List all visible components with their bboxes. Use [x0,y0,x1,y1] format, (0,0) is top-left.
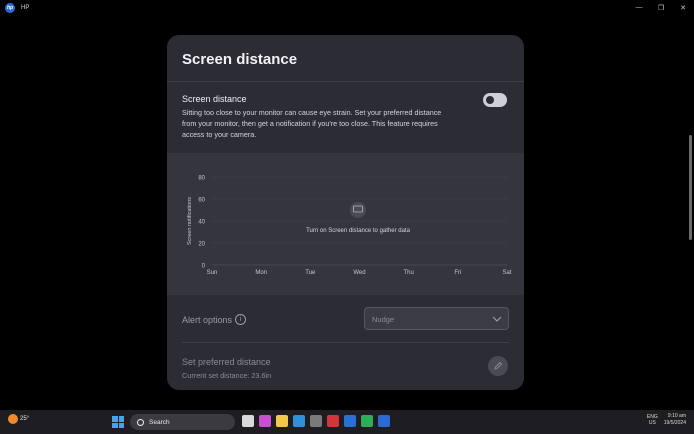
task-view-icon[interactable] [242,415,254,427]
screen-distance-toggle[interactable] [483,93,507,107]
window-controls: — ❐ ✕ [628,0,694,15]
file-explorer-icon[interactable] [276,415,288,427]
system-tray: ENG US 9:10 am 19/5/2024 [647,413,686,427]
taskbar: 25° Search ENG US 9:10 am 19/5/2024 [0,410,694,434]
current-distance-text: Current set distance: 23.6in [182,371,272,380]
chart-panel: 0 20 40 60 80 Sun Mon Tue Wed Thu Fri Sat Screen not… [167,153,524,295]
x-tick-label: Mon [255,270,267,276]
temperature: 25° [20,416,30,422]
edge-icon[interactable] [293,415,305,427]
store-icon[interactable] [310,415,322,427]
hp-logo-icon: hp [5,2,15,13]
search-placeholder: Search [149,418,170,426]
start-button[interactable] [112,416,124,428]
clock[interactable]: 9:10 am 19/5/2024 [664,413,686,427]
language-indicator[interactable]: ENG US [647,414,658,426]
hp-app-icon[interactable] [378,415,390,427]
x-tick-label: Thu [403,270,413,276]
weather-icon [8,414,18,424]
pencil-icon [494,361,503,370]
windows-logo-icon [118,416,124,422]
x-tick-label: Sat [502,270,511,276]
toggle-knob [486,96,494,104]
y-tick-label: 60 [198,198,205,204]
mcafee-icon[interactable] [327,415,339,427]
preferred-distance-label: Set preferred distance [182,357,271,367]
weather-widget[interactable]: 25° [8,414,29,424]
x-tick-label: Tue [305,270,316,276]
empty-state-icon [350,202,366,218]
edit-distance-button[interactable] [488,356,508,376]
y-tick-label: 20 [198,242,205,248]
y-tick-label: 80 [198,176,205,182]
region-code: US [648,420,656,426]
alert-options-dropdown[interactable]: Nudge [364,307,509,330]
info-icon[interactable]: i [235,314,246,325]
close-button[interactable]: ✕ [672,0,694,15]
empty-state-message: Turn on Screen distance to gather data [306,228,411,234]
page-title: Screen distance [182,51,298,68]
screen-distance-card: Screen distance Screen distance Sitting … [167,35,524,390]
dropdown-value: Nudge [372,315,395,324]
windows-logo-icon [112,416,118,422]
x-tick-label: Fri [454,270,461,276]
windows-logo-icon [118,422,124,428]
x-tick-label: Sun [207,270,218,276]
title-bar: hp HP — ❐ ✕ [0,0,694,15]
scrollbar[interactable] [689,135,692,240]
clock-date: 19/5/2024 [663,420,686,426]
y-tick-label: 40 [198,220,205,226]
windows-logo-icon [112,422,118,428]
y-tick-label: 0 [202,264,206,270]
dropbox-icon[interactable] [344,415,356,427]
x-tick-label: Wed [353,270,365,276]
taskbar-search[interactable]: Search [130,414,235,430]
divider [182,342,509,343]
restore-button[interactable]: ❐ [650,0,672,15]
alert-options-label: Alert options [182,315,233,325]
minimize-button[interactable]: — [628,0,650,15]
clock-time: 9:10 am [667,413,686,419]
search-icon [137,418,144,426]
window-title: HP [21,4,30,11]
notifications-chart: 0 20 40 60 80 Sun Mon Tue Wed Thu Fri Sat Screen not… [187,176,512,277]
pinned-apps [242,415,390,427]
divider [167,81,524,82]
copilot-icon[interactable] [259,415,271,427]
setting-description: Sitting too close to your monitor can ca… [182,108,442,139]
chevron-down-icon [492,316,502,322]
y-axis-label: Screen notifications [187,197,193,245]
setting-label: Screen distance [182,94,247,104]
app-icon[interactable] [361,415,373,427]
